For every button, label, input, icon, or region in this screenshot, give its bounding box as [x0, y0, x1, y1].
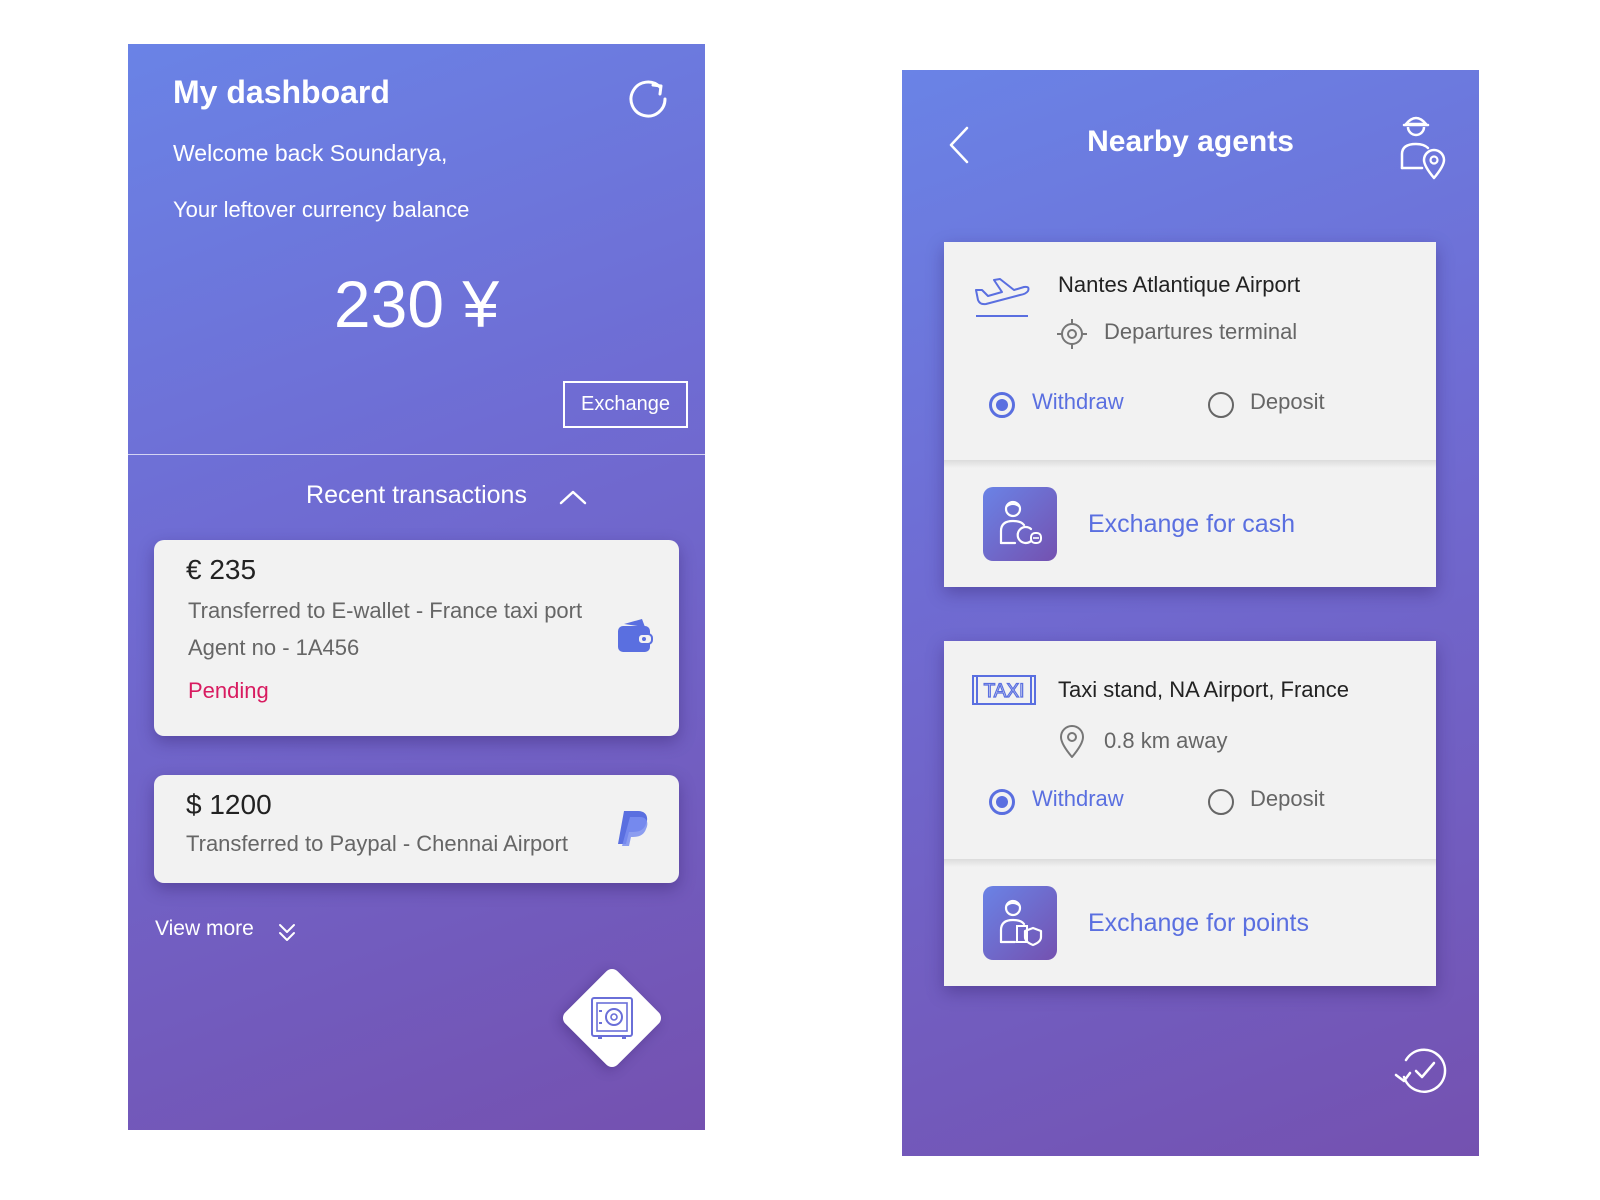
history-icon[interactable]	[1392, 1045, 1448, 1097]
agent-place-name: Taxi stand, NA Airport, France	[1058, 677, 1350, 702]
agent-place-detail: Departures terminal	[1104, 319, 1298, 344]
deposit-radio[interactable]	[1208, 789, 1234, 815]
chevron-up-icon[interactable]	[558, 486, 588, 508]
status-badge: Pending	[188, 678, 269, 703]
agent-card: TAXI Taxi stand, NA Airport, France 0.8 …	[944, 641, 1436, 986]
exchange-points-badge[interactable]	[983, 886, 1057, 960]
target-icon	[1057, 319, 1087, 349]
location-pin-icon	[1060, 725, 1084, 758]
agent-cash-icon	[999, 500, 1042, 545]
withdraw-radio[interactable]	[989, 392, 1015, 418]
transaction-card[interactable]: € 235 Transferred to E-wallet - France t…	[154, 540, 679, 736]
deposit-radio[interactable]	[1208, 392, 1234, 418]
agent-place-detail: 0.8 km away	[1104, 728, 1228, 753]
airplane-icon	[975, 278, 1030, 317]
withdraw-radio[interactable]	[989, 789, 1015, 815]
transaction-card[interactable]: $ 1200 Transferred to Paypal - Chennai A…	[154, 775, 679, 883]
exchange-for-cash-link[interactable]: Exchange for cash	[1088, 510, 1295, 539]
chevron-double-down-icon[interactable]	[276, 920, 298, 944]
withdraw-label[interactable]: Withdraw	[1032, 389, 1124, 415]
page-title: My dashboard	[173, 74, 390, 110]
transaction-amount: € 235	[186, 554, 257, 585]
card-divider	[944, 460, 1436, 468]
transaction-description: Transferred to Paypal - Chennai Airport	[186, 831, 568, 856]
refresh-icon[interactable]	[626, 77, 670, 121]
taxi-icon: TAXI	[972, 675, 1036, 705]
agent-card: Nantes Atlantique Airport Departures ter…	[944, 242, 1436, 587]
exchange-for-points-link[interactable]: Exchange for points	[1088, 909, 1309, 938]
card-divider	[944, 859, 1436, 867]
recent-transactions-header[interactable]: Recent transactions	[128, 481, 705, 510]
withdraw-label[interactable]: Withdraw	[1032, 786, 1124, 812]
transaction-amount: $ 1200	[186, 789, 272, 820]
welcome-text: Welcome back Soundarya,	[173, 140, 448, 166]
wallet-icon	[618, 619, 653, 652]
agent-card-info: Nantes Atlantique Airport Departures ter…	[944, 242, 1436, 460]
agent-location-icon[interactable]	[1396, 110, 1448, 182]
view-more-link[interactable]: View more	[155, 917, 254, 941]
deposit-label[interactable]: Deposit	[1250, 786, 1325, 812]
deposit-label[interactable]: Deposit	[1250, 389, 1325, 415]
divider	[128, 454, 705, 455]
agent-card-info: TAXI Taxi stand, NA Airport, France 0.8 …	[944, 641, 1436, 859]
safe-icon[interactable]	[586, 992, 638, 1044]
taxi-text: TAXI	[984, 681, 1025, 702]
transaction-description: Transferred to E-wallet - France taxi po…	[188, 598, 583, 623]
page-title: Nearby agents	[1087, 125, 1294, 158]
balance-label: Your leftover currency balance	[173, 197, 470, 222]
paypal-icon	[618, 811, 648, 846]
balance-amount: 230 ¥	[333, 267, 500, 341]
agent-place-name: Nantes Atlantique Airport	[1058, 272, 1301, 297]
exchange-button[interactable]: Exchange	[563, 381, 688, 428]
nearby-agents-screen: Nearby agents Nantes Atlantique Airport	[902, 70, 1479, 1156]
transaction-agent: Agent no - 1A456	[188, 635, 360, 660]
exchange-cash-badge[interactable]	[983, 487, 1057, 561]
taxi-icon: TAXI	[976, 677, 1032, 703]
agent-points-icon	[999, 899, 1043, 947]
dashboard-screen: My dashboard Welcome back Soundarya, You…	[128, 44, 705, 1130]
